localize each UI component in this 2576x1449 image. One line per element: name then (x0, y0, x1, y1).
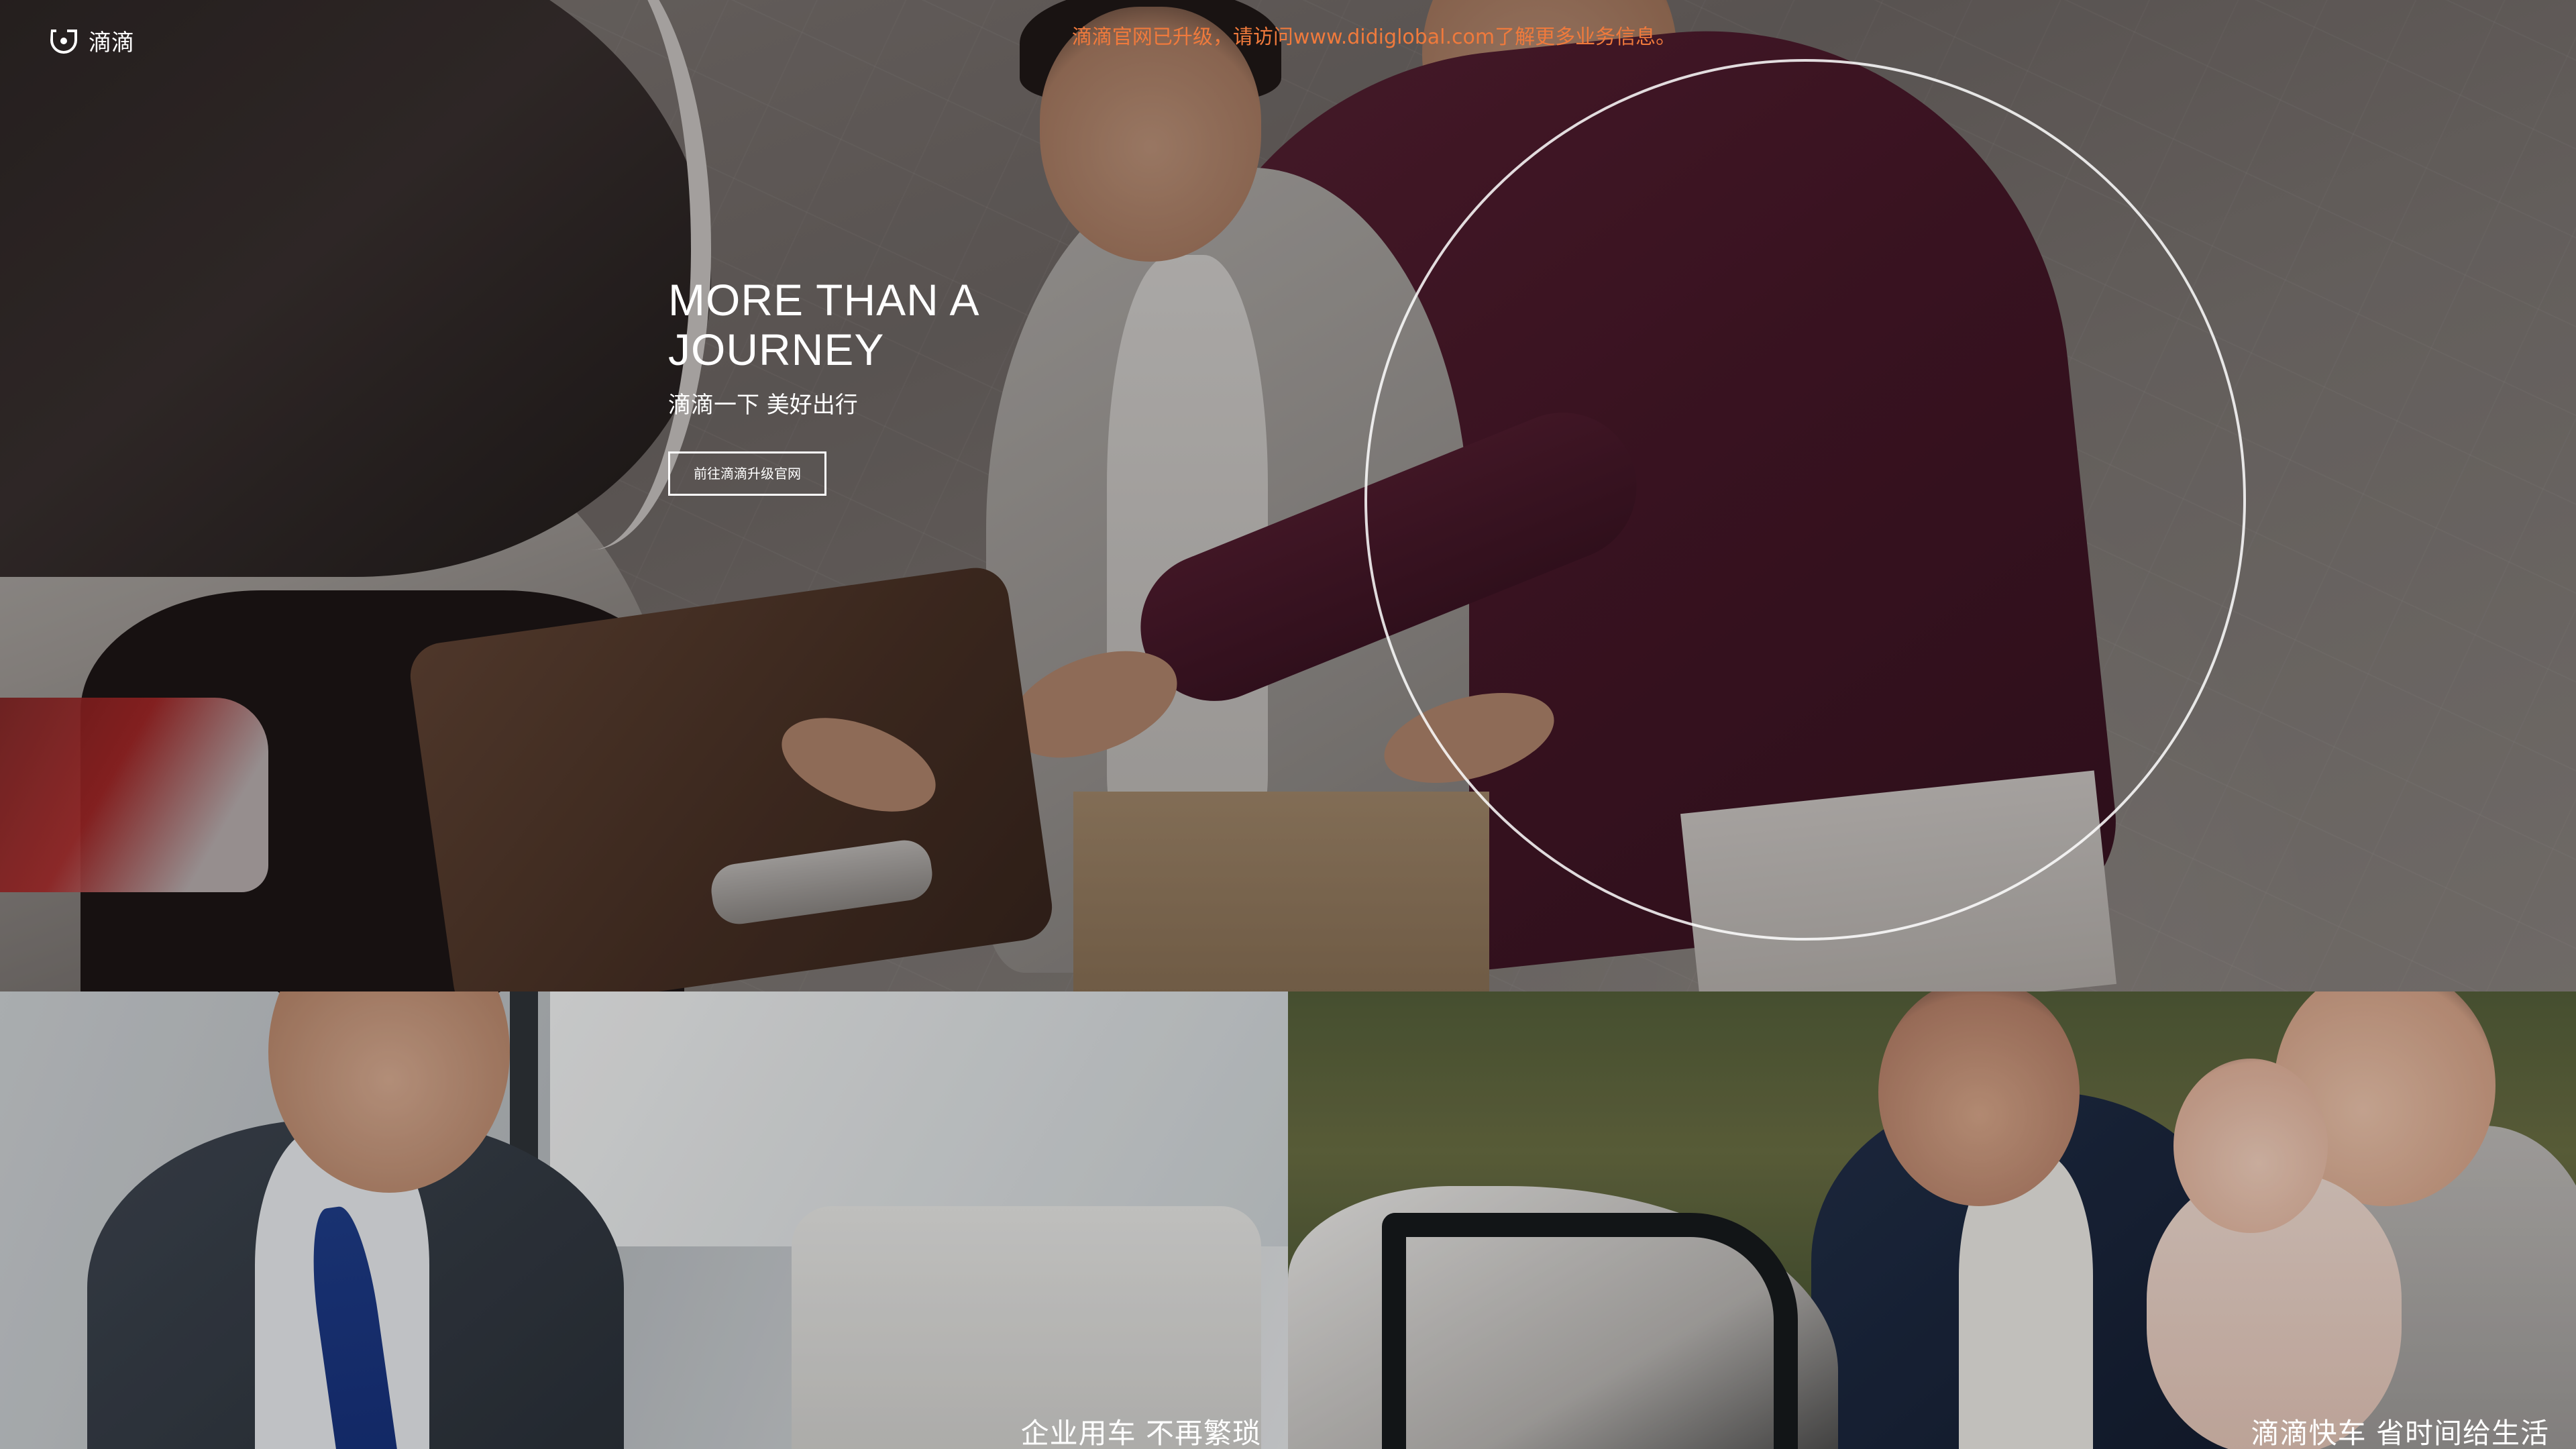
hero-title: MORE THAN A JOURNEY (668, 275, 980, 374)
panel-caption-express: 滴滴快车 省时间给生活 (2251, 1417, 2549, 1449)
upgrade-notice: 滴滴官网已升级，请访问www.didiglobal.com了解更多业务信息。 (0, 20, 2576, 50)
visit-upgraded-site-button[interactable]: 前往滴滴升级官网 (668, 451, 826, 496)
upgrade-notice-text[interactable]: 滴滴官网已升级，请访问www.didiglobal.com了解更多业务信息。 (1072, 20, 1676, 50)
hero-copy: MORE THAN A JOURNEY 滴滴一下 美好出行 前往滴滴升级官网 (668, 275, 1044, 496)
page: MORE THAN A JOURNEY 滴滴一下 美好出行 前往滴滴升级官网 滴… (0, 0, 2576, 1449)
panel-overlay (0, 991, 1288, 1449)
panel-caption-enterprise: 企业用车 不再繁琐 (1020, 1417, 1261, 1449)
decorative-circle (1364, 59, 2246, 941)
panel-express[interactable]: 滴滴快车 省时间给生活 (1288, 991, 2576, 1449)
hero-subtitle: 滴滴一下 美好出行 (668, 392, 858, 419)
panel-overlay (1288, 991, 2576, 1449)
panel-enterprise[interactable]: 企业用车 不再繁琐 (0, 991, 1288, 1449)
hero-banner: MORE THAN A JOURNEY 滴滴一下 美好出行 前往滴滴升级官网 (0, 0, 2576, 991)
